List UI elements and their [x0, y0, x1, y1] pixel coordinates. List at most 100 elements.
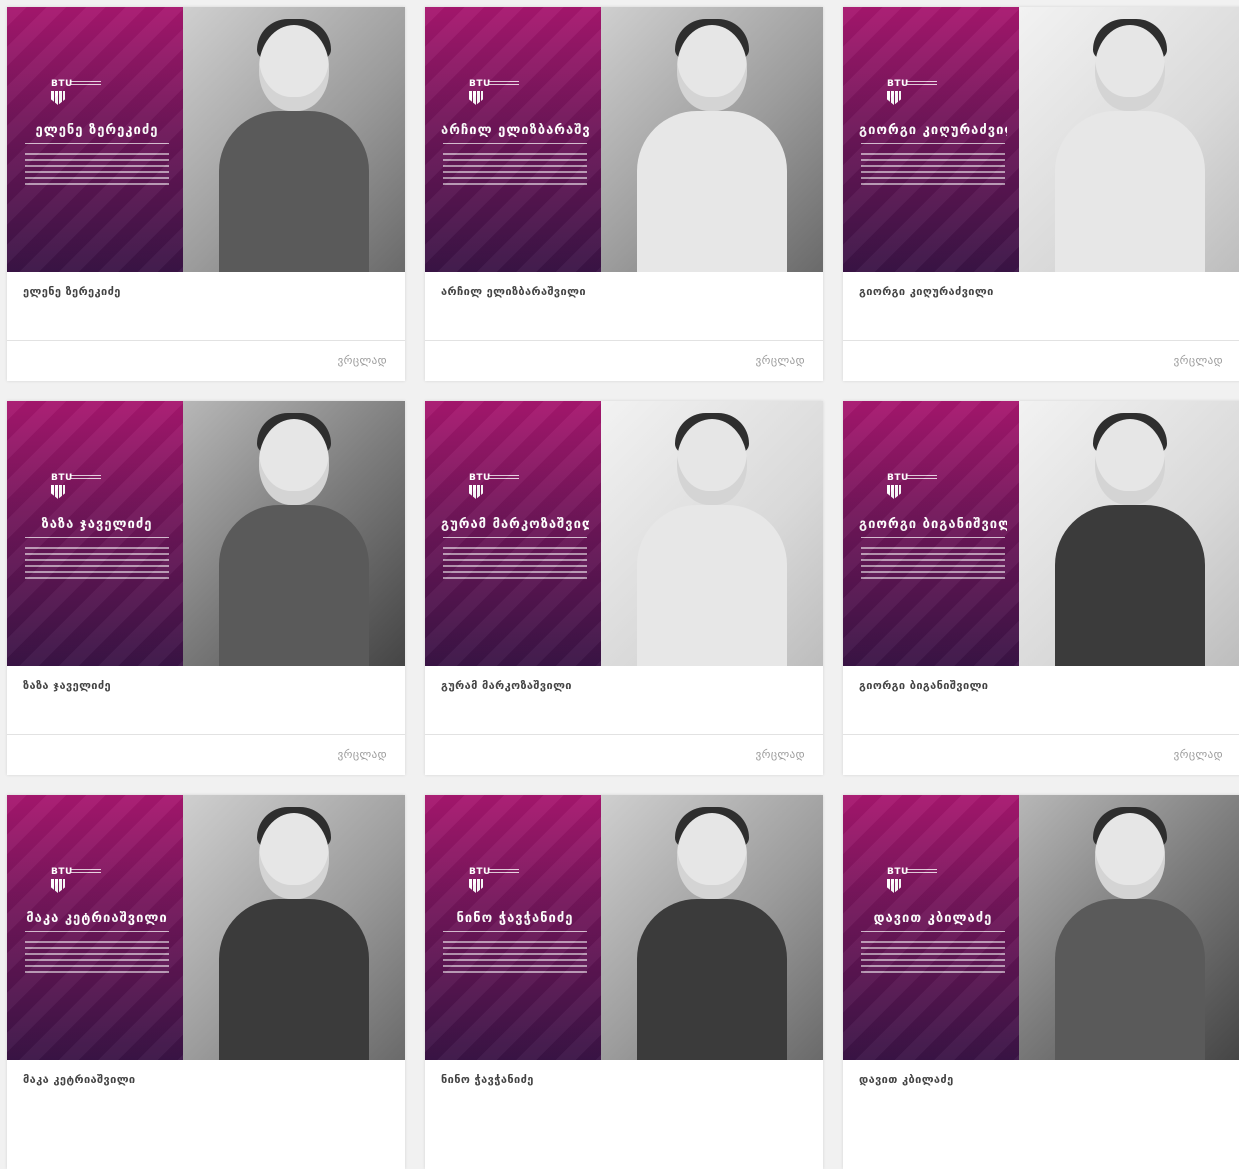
profile-photo [601, 7, 823, 272]
profile-banner[interactable]: BTU გიორგი ბიგანიშვილი [843, 401, 1239, 666]
profile-card[interactable]: BTU მაკა კეტრიაშვილი მაკა კეტრიაშვილი [7, 795, 405, 1169]
banner-name: დავით კბილაძე [873, 911, 993, 926]
person-body [637, 505, 787, 666]
banner-description-lines [861, 153, 1005, 187]
banner-name: ნინო ჭავჭანიძე [456, 911, 574, 926]
btu-logo: BTU [887, 473, 947, 503]
banner-name: ზაზა ჯაველიძე [41, 517, 153, 532]
logo-subtext-icon [71, 475, 101, 481]
more-link[interactable]: ვრცლად [756, 354, 805, 367]
profile-name[interactable]: ზაზა ჯაველიძე [23, 679, 111, 692]
btu-logo: BTU [469, 867, 529, 897]
logo-subtext-icon [71, 869, 101, 875]
person-head [677, 813, 747, 899]
logo-subtext-icon [71, 81, 101, 87]
profile-banner[interactable]: BTU დავით კბილაძე [843, 795, 1239, 1060]
logo-text: BTU [469, 79, 491, 89]
person-head [677, 419, 747, 505]
profile-banner[interactable]: BTU ელენე ზერეკიძე [7, 7, 405, 272]
shield-icon [51, 879, 65, 893]
profile-card[interactable]: BTU გიორგი კიღურაძვილი გიორგი კიღურაძვილ… [843, 7, 1239, 381]
person-body [219, 111, 369, 272]
person-body [637, 111, 787, 272]
person-head [259, 813, 329, 899]
profile-photo [601, 401, 823, 666]
logo-text: BTU [51, 473, 73, 483]
person-head [259, 419, 329, 505]
card-divider [7, 340, 405, 341]
profile-grid: BTU ელენე ზერეკიძე ელენე ზერეკიძე ვრცლად [0, 0, 1239, 1169]
banner-rule [861, 143, 1005, 144]
person-body [219, 899, 369, 1060]
profile-name[interactable]: გიორგი ბიგანიშვილი [859, 679, 988, 692]
profile-card[interactable]: BTU არჩილ ელიზბარაშვილი არჩილ ელიზბარაშვ… [425, 7, 823, 381]
profile-photo [1019, 795, 1239, 1060]
banner-rule [861, 931, 1005, 932]
banner-panel: BTU ელენე ზერეკიძე [7, 7, 183, 272]
logo-text: BTU [887, 867, 909, 877]
shield-icon [887, 879, 901, 893]
profile-name[interactable]: დავით კბილაძე [859, 1073, 954, 1086]
more-link[interactable]: ვრცლად [338, 354, 387, 367]
btu-logo: BTU [51, 473, 111, 503]
profile-name[interactable]: გიორგი კიღურაძვილი [859, 285, 994, 298]
banner-rule [25, 537, 169, 538]
profile-name[interactable]: მაკა კეტრიაშვილი [23, 1073, 136, 1086]
card-divider [7, 734, 405, 735]
logo-subtext-icon [489, 81, 519, 87]
more-link[interactable]: ვრცლად [756, 748, 805, 761]
profile-banner[interactable]: BTU გურამ მარკოზაშვილი [425, 401, 823, 666]
profile-banner[interactable]: BTU გიორგი კიღურაძვილი [843, 7, 1239, 272]
shield-icon [51, 91, 65, 105]
person-body [637, 899, 787, 1060]
profile-banner[interactable]: BTU არჩილ ელიზბარაშვილი [425, 7, 823, 272]
banner-name: გიორგი კიღურაძვილი [859, 123, 1007, 138]
profile-card[interactable]: BTU ნინო ჭავჭანიძე ნინო ჭავჭანიძე [425, 795, 823, 1169]
banner-rule [861, 537, 1005, 538]
profile-banner[interactable]: BTU ნინო ჭავჭანიძე [425, 795, 823, 1060]
more-link[interactable]: ვრცლად [338, 748, 387, 761]
btu-logo: BTU [887, 867, 947, 897]
banner-panel: BTU არჩილ ელიზბარაშვილი [425, 7, 601, 272]
more-link[interactable]: ვრცლად [1174, 748, 1223, 761]
card-divider [425, 340, 823, 341]
banner-name: გიორგი ბიგანიშვილი [859, 517, 1007, 532]
profile-name[interactable]: ელენე ზერეკიძე [23, 285, 121, 298]
profile-banner[interactable]: BTU ზაზა ჯაველიძე [7, 401, 405, 666]
person-body [1055, 899, 1205, 1060]
banner-description-lines [443, 941, 587, 975]
person-body [219, 505, 369, 666]
banner-panel: BTU გურამ მარკოზაშვილი [425, 401, 601, 666]
person-head [1095, 813, 1165, 899]
profile-banner[interactable]: BTU მაკა კეტრიაშვილი [7, 795, 405, 1060]
btu-logo: BTU [469, 473, 529, 503]
logo-subtext-icon [489, 475, 519, 481]
more-link[interactable]: ვრცლად [1174, 354, 1223, 367]
profile-name[interactable]: ნინო ჭავჭანიძე [441, 1073, 534, 1086]
banner-description-lines [861, 547, 1005, 581]
banner-description-lines [25, 547, 169, 581]
profile-photo [1019, 401, 1239, 666]
person-body [1055, 505, 1205, 666]
banner-rule [443, 931, 587, 932]
profile-card[interactable]: BTU ელენე ზერეკიძე ელენე ზერეკიძე ვრცლად [7, 7, 405, 381]
banner-panel: BTU გიორგი კიღურაძვილი [843, 7, 1019, 272]
banner-rule [443, 537, 587, 538]
profile-card[interactable]: BTU დავით კბილაძე დავით კბილაძე [843, 795, 1239, 1169]
logo-text: BTU [469, 867, 491, 877]
profile-name[interactable]: გურამ მარკოზაშვილი [441, 679, 572, 692]
person-head [1095, 25, 1165, 111]
banner-description-lines [25, 941, 169, 975]
shield-icon [469, 485, 483, 499]
profile-card[interactable]: BTU გიორგი ბიგანიშვილი გიორგი ბიგანიშვილ… [843, 401, 1239, 775]
banner-rule [443, 143, 587, 144]
shield-icon [887, 485, 901, 499]
profile-card[interactable]: BTU გურამ მარკოზაშვილი გურამ მარკოზაშვილ… [425, 401, 823, 775]
profile-photo [1019, 7, 1239, 272]
logo-text: BTU [51, 867, 73, 877]
banner-panel: BTU დავით კბილაძე [843, 795, 1019, 1060]
banner-panel: BTU ნინო ჭავჭანიძე [425, 795, 601, 1060]
person-head [1095, 419, 1165, 505]
profile-card[interactable]: BTU ზაზა ჯაველიძე ზაზა ჯაველიძე ვრცლად [7, 401, 405, 775]
profile-name[interactable]: არჩილ ელიზბარაშვილი [441, 285, 586, 298]
